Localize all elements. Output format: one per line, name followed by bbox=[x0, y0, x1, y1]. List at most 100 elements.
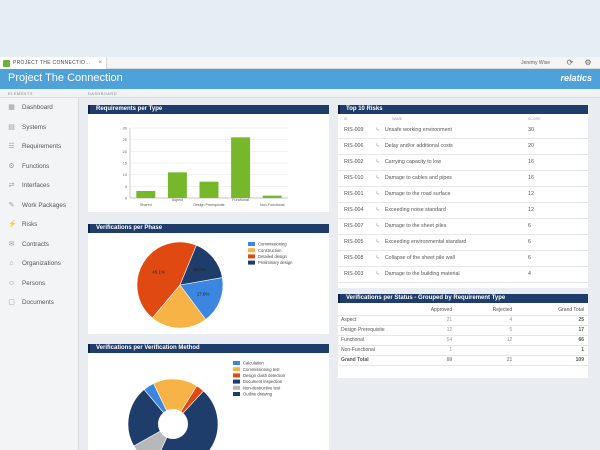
table-row[interactable]: RIS-010 ϟ Damage to cables and pipes 16 bbox=[338, 170, 588, 187]
persons-icon: ☺ bbox=[8, 279, 16, 287]
legend-label: Commissioning test bbox=[243, 367, 280, 372]
risk-bolt-icon: ϟ bbox=[376, 239, 379, 245]
table-row[interactable]: RIS-006 ϟ Delay and/or additional costs 20 bbox=[338, 138, 588, 155]
risk-name: Delay and/or additional costs bbox=[384, 143, 453, 149]
sidebar-item-systems[interactable]: ▤ Systems bbox=[0, 118, 78, 138]
table-row[interactable]: RIS-005 ϟ Exceeding environmental standard… bbox=[338, 234, 588, 251]
bar[interactable] bbox=[167, 172, 187, 198]
risk-name: Damage to the sheet piles bbox=[384, 223, 447, 229]
y-tick-label: 10 bbox=[123, 172, 128, 177]
slice-label: 17.6% bbox=[197, 292, 210, 297]
table-row[interactable]: RIS-001 ϟ Damage to the road surface 12 bbox=[338, 186, 588, 203]
sidebar-item-work-packages[interactable]: ✎ Work Packages bbox=[0, 196, 78, 216]
legend-label: Design clash detection bbox=[243, 373, 286, 378]
grand-total-row: Grand Total 88 21 109 bbox=[338, 355, 588, 366]
legend-swatch bbox=[233, 392, 240, 396]
risk-id: RIS-006 bbox=[338, 138, 376, 155]
bar[interactable] bbox=[199, 181, 219, 198]
legend-swatch bbox=[233, 367, 240, 372]
table-row[interactable]: RIS-008 ϟ Collapse of the sheet pile wall 6 bbox=[338, 250, 588, 267]
relatics-logo: relatics bbox=[560, 73, 592, 83]
column-headers: ELEMENTS DASHBOARD bbox=[0, 89, 600, 98]
risk-id-header: ID bbox=[344, 116, 348, 121]
sidebar-item-label: Systems bbox=[22, 123, 47, 131]
legend-swatch bbox=[248, 254, 255, 259]
project-tab[interactable]: PROJECT THE CONNECTIO… × bbox=[0, 57, 107, 69]
sidebar-item-interfaces[interactable]: ⇄ Interfaces bbox=[0, 176, 78, 196]
total-count: 109 bbox=[518, 355, 588, 366]
risk-score: 12 bbox=[528, 202, 588, 219]
top-risks-panel: Top 10 Risks ID NAME SCORE RIS-009 ϟ Unsaf… bbox=[338, 105, 588, 288]
sidebar-item-organizations[interactable]: ⌂ Organizations bbox=[0, 254, 78, 274]
legend-label: Non-destructive test bbox=[243, 385, 281, 390]
total-count: 66 bbox=[518, 335, 588, 346]
approved-count: 54 bbox=[394, 335, 459, 346]
gear-icon[interactable]: ⚙ bbox=[584, 59, 592, 67]
bar[interactable] bbox=[262, 195, 282, 198]
y-tick-label: 20 bbox=[123, 149, 128, 154]
sidebar-item-contracts[interactable]: ✉ Contracts bbox=[0, 235, 78, 255]
sidebar-item-documents[interactable]: ▢ Documents bbox=[0, 293, 78, 313]
user-name[interactable]: Jeremy Wise bbox=[521, 60, 550, 66]
panel-title: Verifications per Status - Grouped by Re… bbox=[338, 294, 588, 303]
risk-bolt-icon: ϟ bbox=[376, 271, 379, 277]
table-row[interactable]: RIS-002 ϟ Carrying capacity to low 16 bbox=[338, 154, 588, 171]
rejected-count: 5 bbox=[458, 325, 519, 336]
legend-label: Calculation bbox=[243, 361, 264, 366]
risk-name-cell: ϟ Carrying capacity to low bbox=[376, 154, 528, 171]
sidebar-item-functions[interactable]: ⚙ Functions bbox=[0, 157, 78, 177]
risk-score: 6 bbox=[528, 234, 588, 251]
refresh-icon[interactable]: ⟳ bbox=[566, 59, 574, 67]
contracts-icon: ✉ bbox=[8, 240, 15, 248]
sidebar-item-label: Contracts bbox=[22, 240, 49, 248]
table-row[interactable]: RIS-003 ϟ Damage to the building material 4 bbox=[338, 266, 588, 283]
x-tick-label: Non-Functional bbox=[260, 203, 285, 207]
risk-bolt-icon: ϟ bbox=[376, 207, 379, 213]
risk-name-cell: ϟ Collapse of the sheet pile wall bbox=[376, 250, 528, 267]
risk-id: RIS-004 bbox=[338, 202, 376, 219]
risk-score: 6 bbox=[528, 250, 588, 267]
approved-count: 1 bbox=[394, 345, 459, 356]
sidebar-item-risks[interactable]: ⚡ Risks bbox=[0, 215, 78, 235]
table-row[interactable]: RIS-004 ϟ Exceeding noise standard 12 bbox=[338, 202, 588, 219]
risk-name-cell: ϟ Damage to the sheet piles bbox=[376, 218, 528, 235]
panel-title: Verifications per Phase bbox=[88, 224, 329, 233]
risks-table: ID NAME SCORE RIS-009 ϟ Unsafe working env… bbox=[338, 115, 588, 283]
risk-id: RIS-001 bbox=[338, 186, 376, 203]
requirement-type: Non-Functional bbox=[338, 345, 394, 356]
legend-label: Detailed design bbox=[258, 254, 288, 259]
sidebar-item-dashboard[interactable]: ▦ Dashboard bbox=[0, 98, 78, 118]
requirements-per-type-panel: Requirements per Type 0 5 10 15 20 25 30 Shared… bbox=[88, 105, 329, 212]
risk-name-cell: ϟ Exceeding noise standard bbox=[376, 202, 528, 219]
risk-bolt-icon: ϟ bbox=[376, 126, 379, 133]
y-tick-label: 0 bbox=[125, 196, 128, 201]
phase-pie-chart: 17.6% 45.1% 16.0% CommissioningConstruction… bbox=[136, 242, 293, 329]
risk-name-header: NAME bbox=[392, 116, 403, 121]
y-tick-label: 5 bbox=[125, 184, 128, 189]
rejected-count: 4 bbox=[458, 315, 519, 326]
table-row: Non-Functional 1 1 bbox=[338, 345, 588, 356]
legend-label: Commissioning bbox=[258, 242, 287, 247]
bar[interactable] bbox=[231, 137, 251, 198]
table-row: Aspect 21 4 25 bbox=[338, 315, 588, 326]
project-header: Project The Connection relatics bbox=[0, 69, 600, 89]
sidebar-item-persons[interactable]: ☺ Persons bbox=[0, 274, 78, 294]
sidebar-item-label: Documents bbox=[22, 299, 54, 307]
verifications-per-status-panel: Verifications per Status - Grouped by Re… bbox=[338, 294, 588, 378]
sidebar-item-label: Work Packages bbox=[22, 201, 66, 209]
x-tick-label: Shared bbox=[140, 203, 152, 207]
systems-icon: ▤ bbox=[8, 123, 15, 131]
legend-label: Construction bbox=[258, 248, 282, 253]
risk-bolt-icon: ϟ bbox=[376, 255, 379, 261]
risk-score: 6 bbox=[528, 218, 588, 235]
risk-score: 4 bbox=[528, 266, 588, 283]
sidebar-item-requirements[interactable]: ☰ Requirements bbox=[0, 137, 78, 157]
legend-swatch bbox=[248, 242, 255, 246]
x-tick-label: Design Prerequisite bbox=[193, 203, 224, 207]
close-tab-icon[interactable]: × bbox=[98, 60, 102, 66]
table-row[interactable]: RIS-009 ϟ Unsafe working environment 30 bbox=[338, 122, 588, 139]
legend-swatch bbox=[233, 385, 240, 390]
bar[interactable] bbox=[136, 191, 156, 198]
table-row[interactable]: RIS-007 ϟ Damage to the sheet piles 6 bbox=[338, 218, 588, 235]
legend-label: Preliminary design bbox=[258, 260, 293, 265]
